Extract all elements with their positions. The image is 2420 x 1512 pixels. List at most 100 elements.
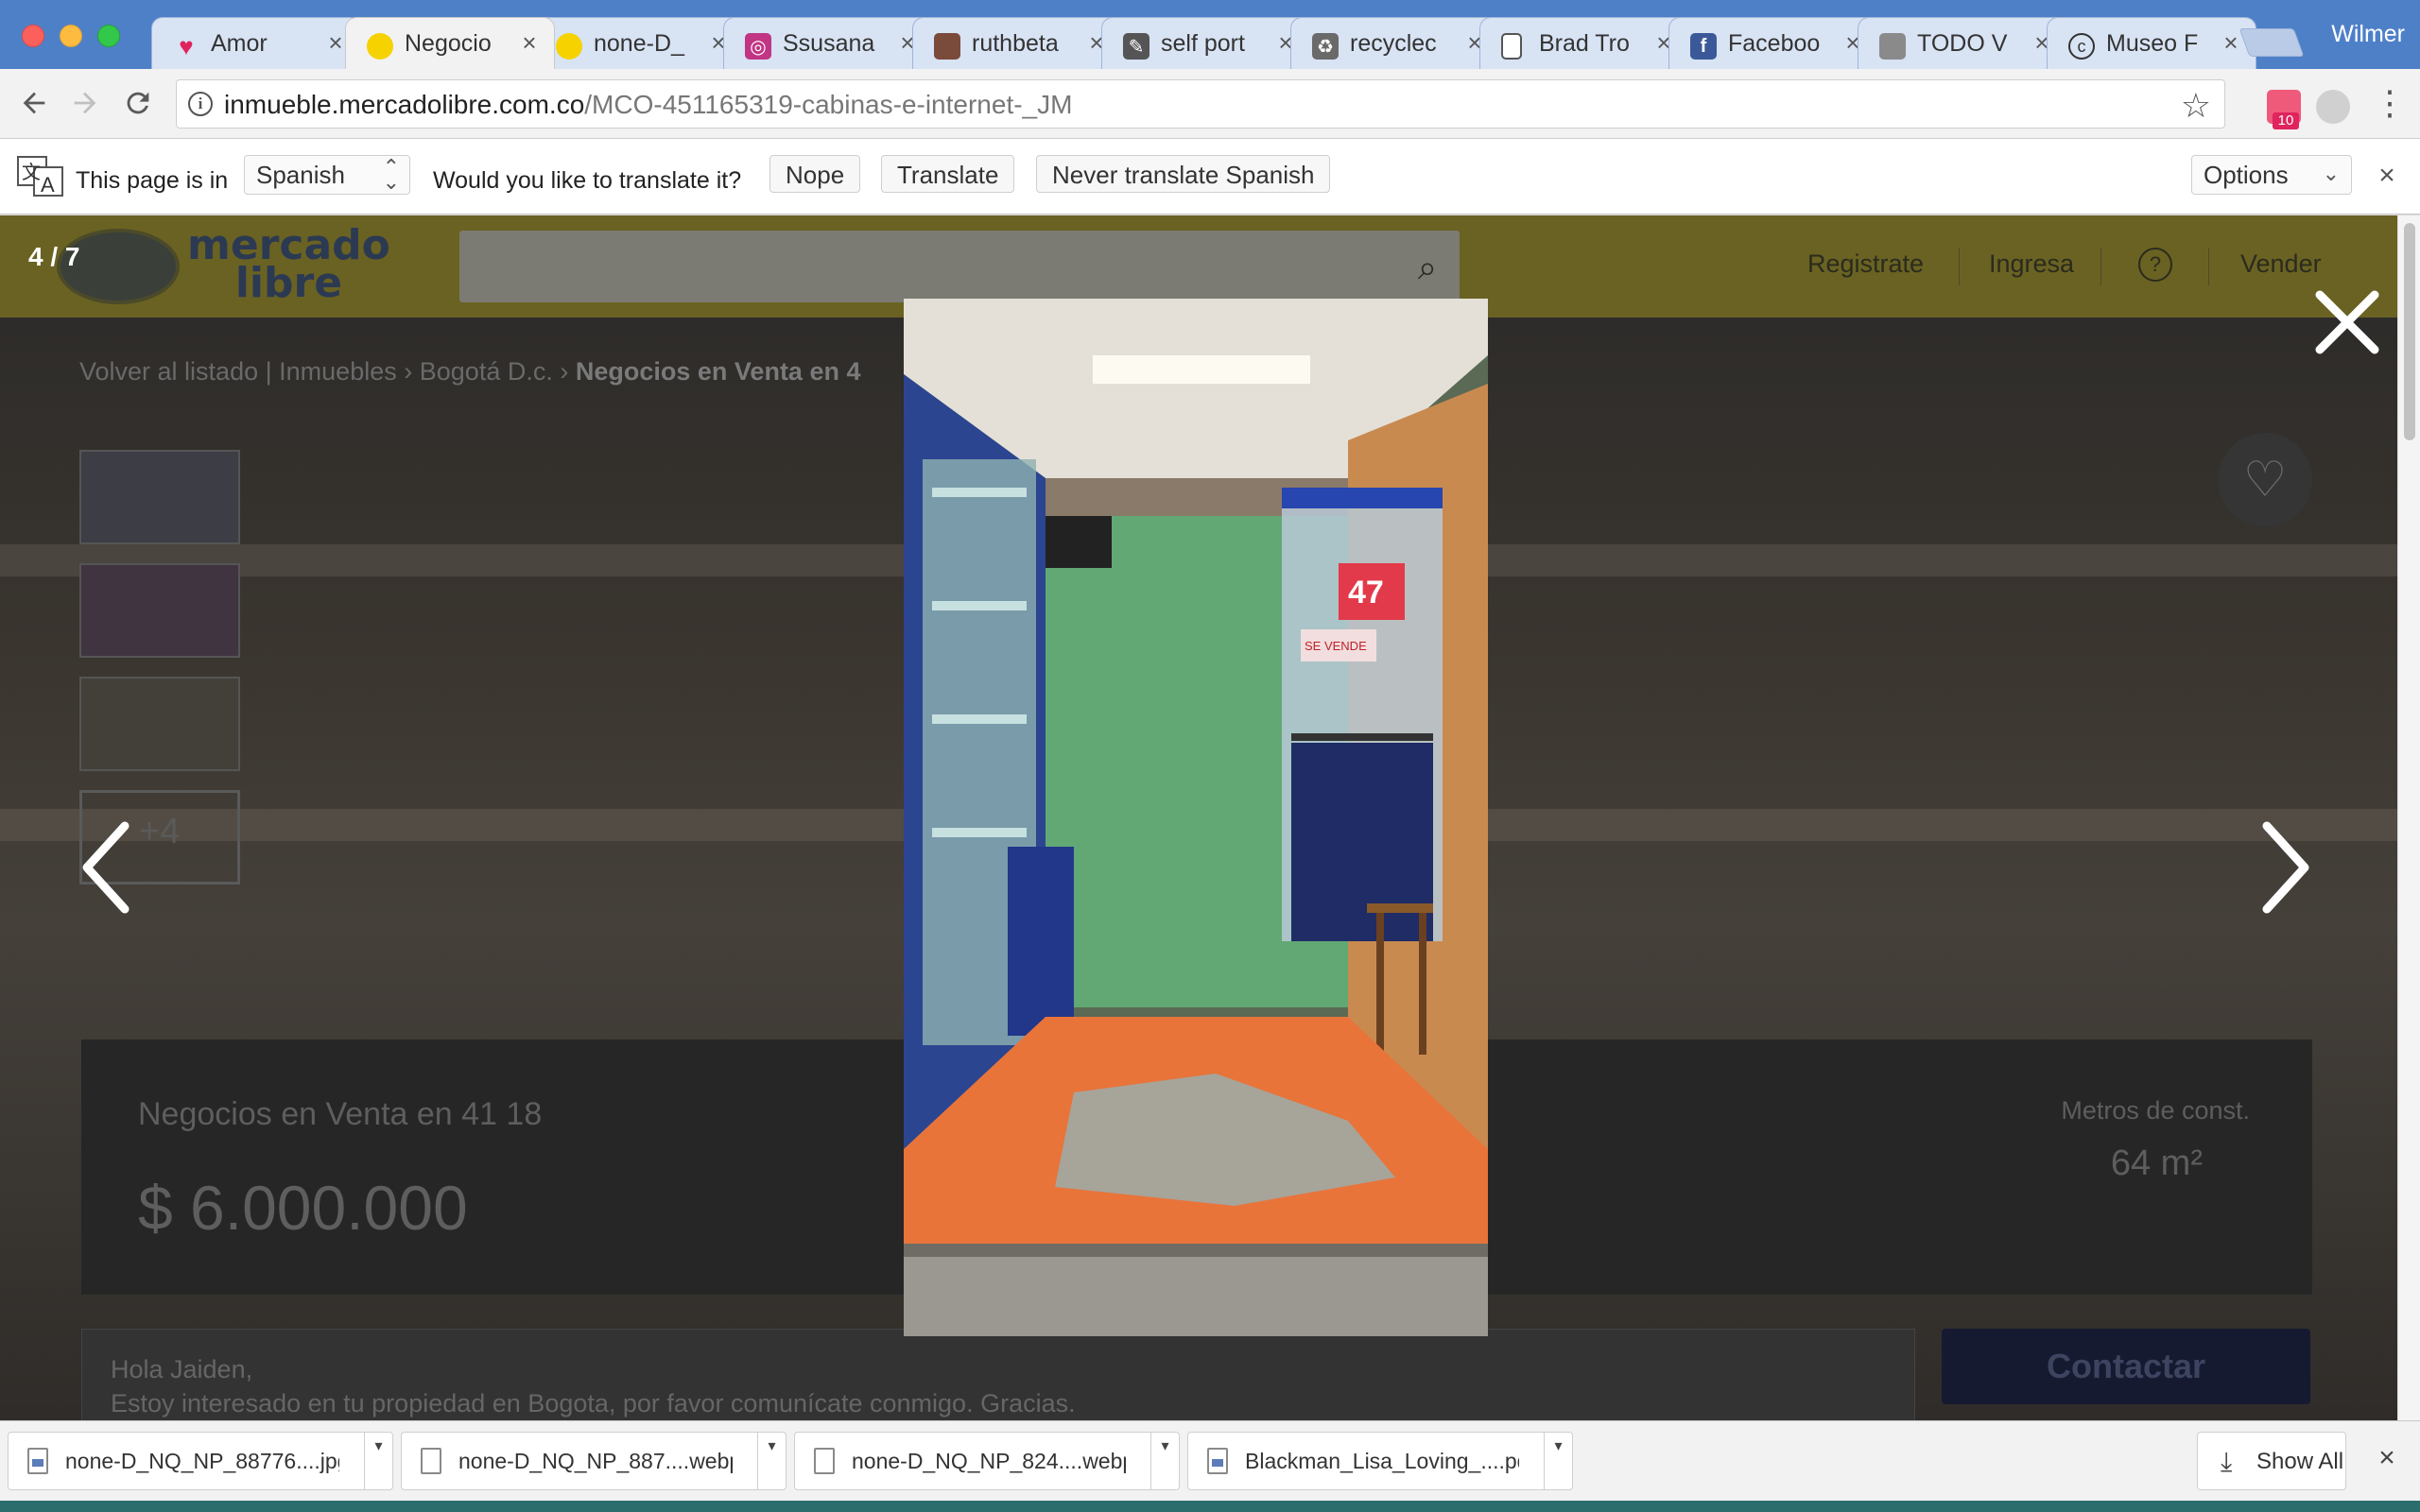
reload-button[interactable] [113, 78, 163, 128]
close-download-shelf-button[interactable]: × [2373, 1442, 2401, 1474]
scrollbar-thumb[interactable] [2404, 223, 2415, 440]
show-all-downloads-button[interactable]: ⤓ Show All [2197, 1432, 2346, 1490]
tab-ssusana[interactable]: ◎ Ssusana × [723, 17, 933, 69]
back-to-list-link[interactable]: Volver al listado [79, 357, 258, 386]
site-search-input[interactable]: ⌕ [459, 231, 1460, 302]
minimize-window-button[interactable] [60, 25, 82, 47]
tab-museo[interactable]: c Museo F × [2047, 17, 2256, 69]
tab-title: Amor [211, 30, 268, 57]
download-item[interactable]: none-D_NQ_NP_824....webp ▾ [794, 1432, 1180, 1490]
new-tab-button[interactable] [2238, 28, 2305, 57]
mercadolibre-icon [367, 33, 393, 60]
close-lightbox-icon[interactable] [2314, 289, 2380, 355]
close-translate-bar-button[interactable]: × [2373, 160, 2401, 192]
url-path: /MCO-451165319-cabinas-e-internet-_JM [584, 90, 1073, 119]
listing-title: Negocios en Venta en 41 18 [138, 1096, 543, 1132]
bookmark-star-icon[interactable]: ☆ [2181, 86, 2211, 126]
browser-toolbar: i inmueble.mercadolibre.com.co/MCO-45116… [0, 69, 2420, 139]
mercadolibre-icon [556, 33, 582, 60]
back-button[interactable] [9, 78, 59, 128]
translate-prefix: This page is in [76, 167, 229, 194]
never-translate-button[interactable]: Never translate Spanish [1036, 155, 1331, 193]
sketch-icon: ✎ [1123, 33, 1150, 60]
tab-self-portrait[interactable]: ✎ self port × [1101, 17, 1311, 69]
tab-close-button[interactable]: × [518, 29, 541, 56]
tab-brad[interactable]: Brad Tro × [1479, 17, 1689, 69]
download-filename: none-D_NQ_NP_887....webp [458, 1449, 733, 1473]
forward-arrow-icon [74, 92, 96, 114]
chevron-down-icon[interactable]: ▾ [1544, 1433, 1572, 1489]
register-link[interactable]: Registrate [1807, 249, 1924, 279]
chevron-down-icon[interactable]: ▾ [757, 1433, 786, 1489]
translate-question: Would you like to translate it? [433, 167, 742, 194]
profile-name[interactable]: Wilmer [2331, 21, 2405, 48]
photo-thumbnail[interactable] [79, 677, 240, 771]
site-info-icon[interactable]: i [188, 92, 213, 116]
url-text[interactable]: inmueble.mercadolibre.com.co/MCO-4511653… [224, 90, 1072, 120]
mercadolibre-logo-text[interactable]: mercado libre [187, 225, 390, 307]
breadcrumb-current: Negocios en Venta en 4 [575, 357, 861, 386]
tab-amor[interactable]: ♥ Amor × [151, 17, 361, 69]
chevron-down-icon[interactable]: ▾ [1150, 1433, 1179, 1489]
breadcrumb: Volver al listado | Inmuebles › Bogotá D… [79, 357, 860, 387]
tab-title: Museo F [2106, 30, 2199, 57]
tab-title: none-D_ [594, 30, 684, 57]
chevron-down-icon: ⌄ [2322, 162, 2340, 185]
breadcrumb-separator: | [265, 357, 272, 386]
chevron-down-icon[interactable]: ▾ [364, 1433, 392, 1489]
sell-link[interactable]: Vender [2240, 249, 2322, 279]
nope-button[interactable]: Nope [769, 155, 861, 193]
tab-close-button[interactable]: × [324, 29, 347, 56]
logo-line2: libre [234, 259, 343, 307]
tab-title: ruthbeta [972, 30, 1059, 57]
next-photo-icon[interactable] [2257, 820, 2314, 915]
download-item[interactable]: none-D_NQ_NP_887....webp ▾ [401, 1432, 786, 1490]
tab-ruthbeta[interactable]: ruthbeta × [912, 17, 1122, 69]
previous-photo-icon[interactable] [78, 820, 134, 915]
photo-thumbnail[interactable] [79, 563, 240, 658]
page-content: mercado libre ⌕ Registrate Ingresa ? Ven… [0, 215, 2397, 1420]
tab-todo[interactable]: TODO V × [1858, 17, 2067, 69]
tab-title: Negocio [405, 30, 492, 57]
tab-close-button[interactable]: × [2220, 29, 2242, 56]
download-filename: none-D_NQ_NP_824....webp [852, 1449, 1126, 1473]
download-item[interactable]: Blackman_Lisa_Loving_....pdf ▾ [1187, 1432, 1573, 1490]
options-select[interactable]: Options ⌄ [2191, 155, 2352, 195]
message-line: Hola Jaiden, [111, 1355, 253, 1383]
tab-negocio[interactable]: Negocio × [345, 17, 555, 69]
language-select[interactable]: Spanish ⌃ ⌄ [244, 155, 410, 195]
photo-thumbnail[interactable] [79, 450, 240, 544]
help-icon[interactable]: ? [2138, 248, 2172, 282]
contact-button[interactable]: Contactar [1942, 1329, 2310, 1404]
tab-facebook[interactable]: f Faceboo × [1668, 17, 1878, 69]
extension-badge: 10 [2273, 112, 2299, 129]
tab-strip: ♥ Amor × Negocio × none-D_ × ◎ Ssusana ×… [151, 17, 2256, 69]
pdf-file-icon [1207, 1448, 1228, 1474]
header-divider [2208, 248, 2209, 285]
breadcrumb-bogota[interactable]: Bogotá D.c. [420, 357, 553, 386]
tab-none-d[interactable]: none-D_ × [534, 17, 744, 69]
show-all-label: Show All [2256, 1449, 2344, 1474]
download-item[interactable]: none-D_NQ_NP_88776....jpg ▾ [8, 1432, 393, 1490]
url-host: inmueble.mercadolibre.com.co [224, 90, 585, 119]
forward-button[interactable] [60, 78, 110, 128]
image-file-icon [27, 1448, 48, 1474]
extension-icon[interactable] [2316, 90, 2350, 124]
tab-recycled[interactable]: ♻ recyclec × [1290, 17, 1500, 69]
recycle-icon: ♻ [1312, 33, 1339, 60]
close-window-button[interactable] [22, 25, 44, 47]
breadcrumb-inmuebles[interactable]: Inmuebles [279, 357, 397, 386]
listing-price: $ 6.000.000 [138, 1173, 468, 1243]
sign-sub: SE VENDE [1305, 639, 1367, 653]
browser-menu-icon[interactable]: ⋮ [2373, 78, 2407, 128]
translate-button[interactable]: Translate [881, 155, 1015, 193]
address-bar[interactable]: i inmueble.mercadolibre.com.co/MCO-45116… [176, 79, 2225, 129]
favorite-heart-icon[interactable]: ♡ [2218, 433, 2312, 527]
login-link[interactable]: Ingresa [1989, 249, 2074, 279]
translate-bar: 文 A This page is in Spanish ⌃ ⌄ Would you… [0, 139, 2420, 215]
translate-icon: 文 A [17, 156, 63, 197]
contact-message-textarea[interactable]: Hola Jaiden, Estoy interesado en tu prop… [81, 1329, 1915, 1420]
maximize-window-button[interactable] [97, 25, 120, 47]
search-icon[interactable]: ⌕ [1418, 248, 1437, 288]
page-scrollbar[interactable] [2397, 215, 2420, 1420]
